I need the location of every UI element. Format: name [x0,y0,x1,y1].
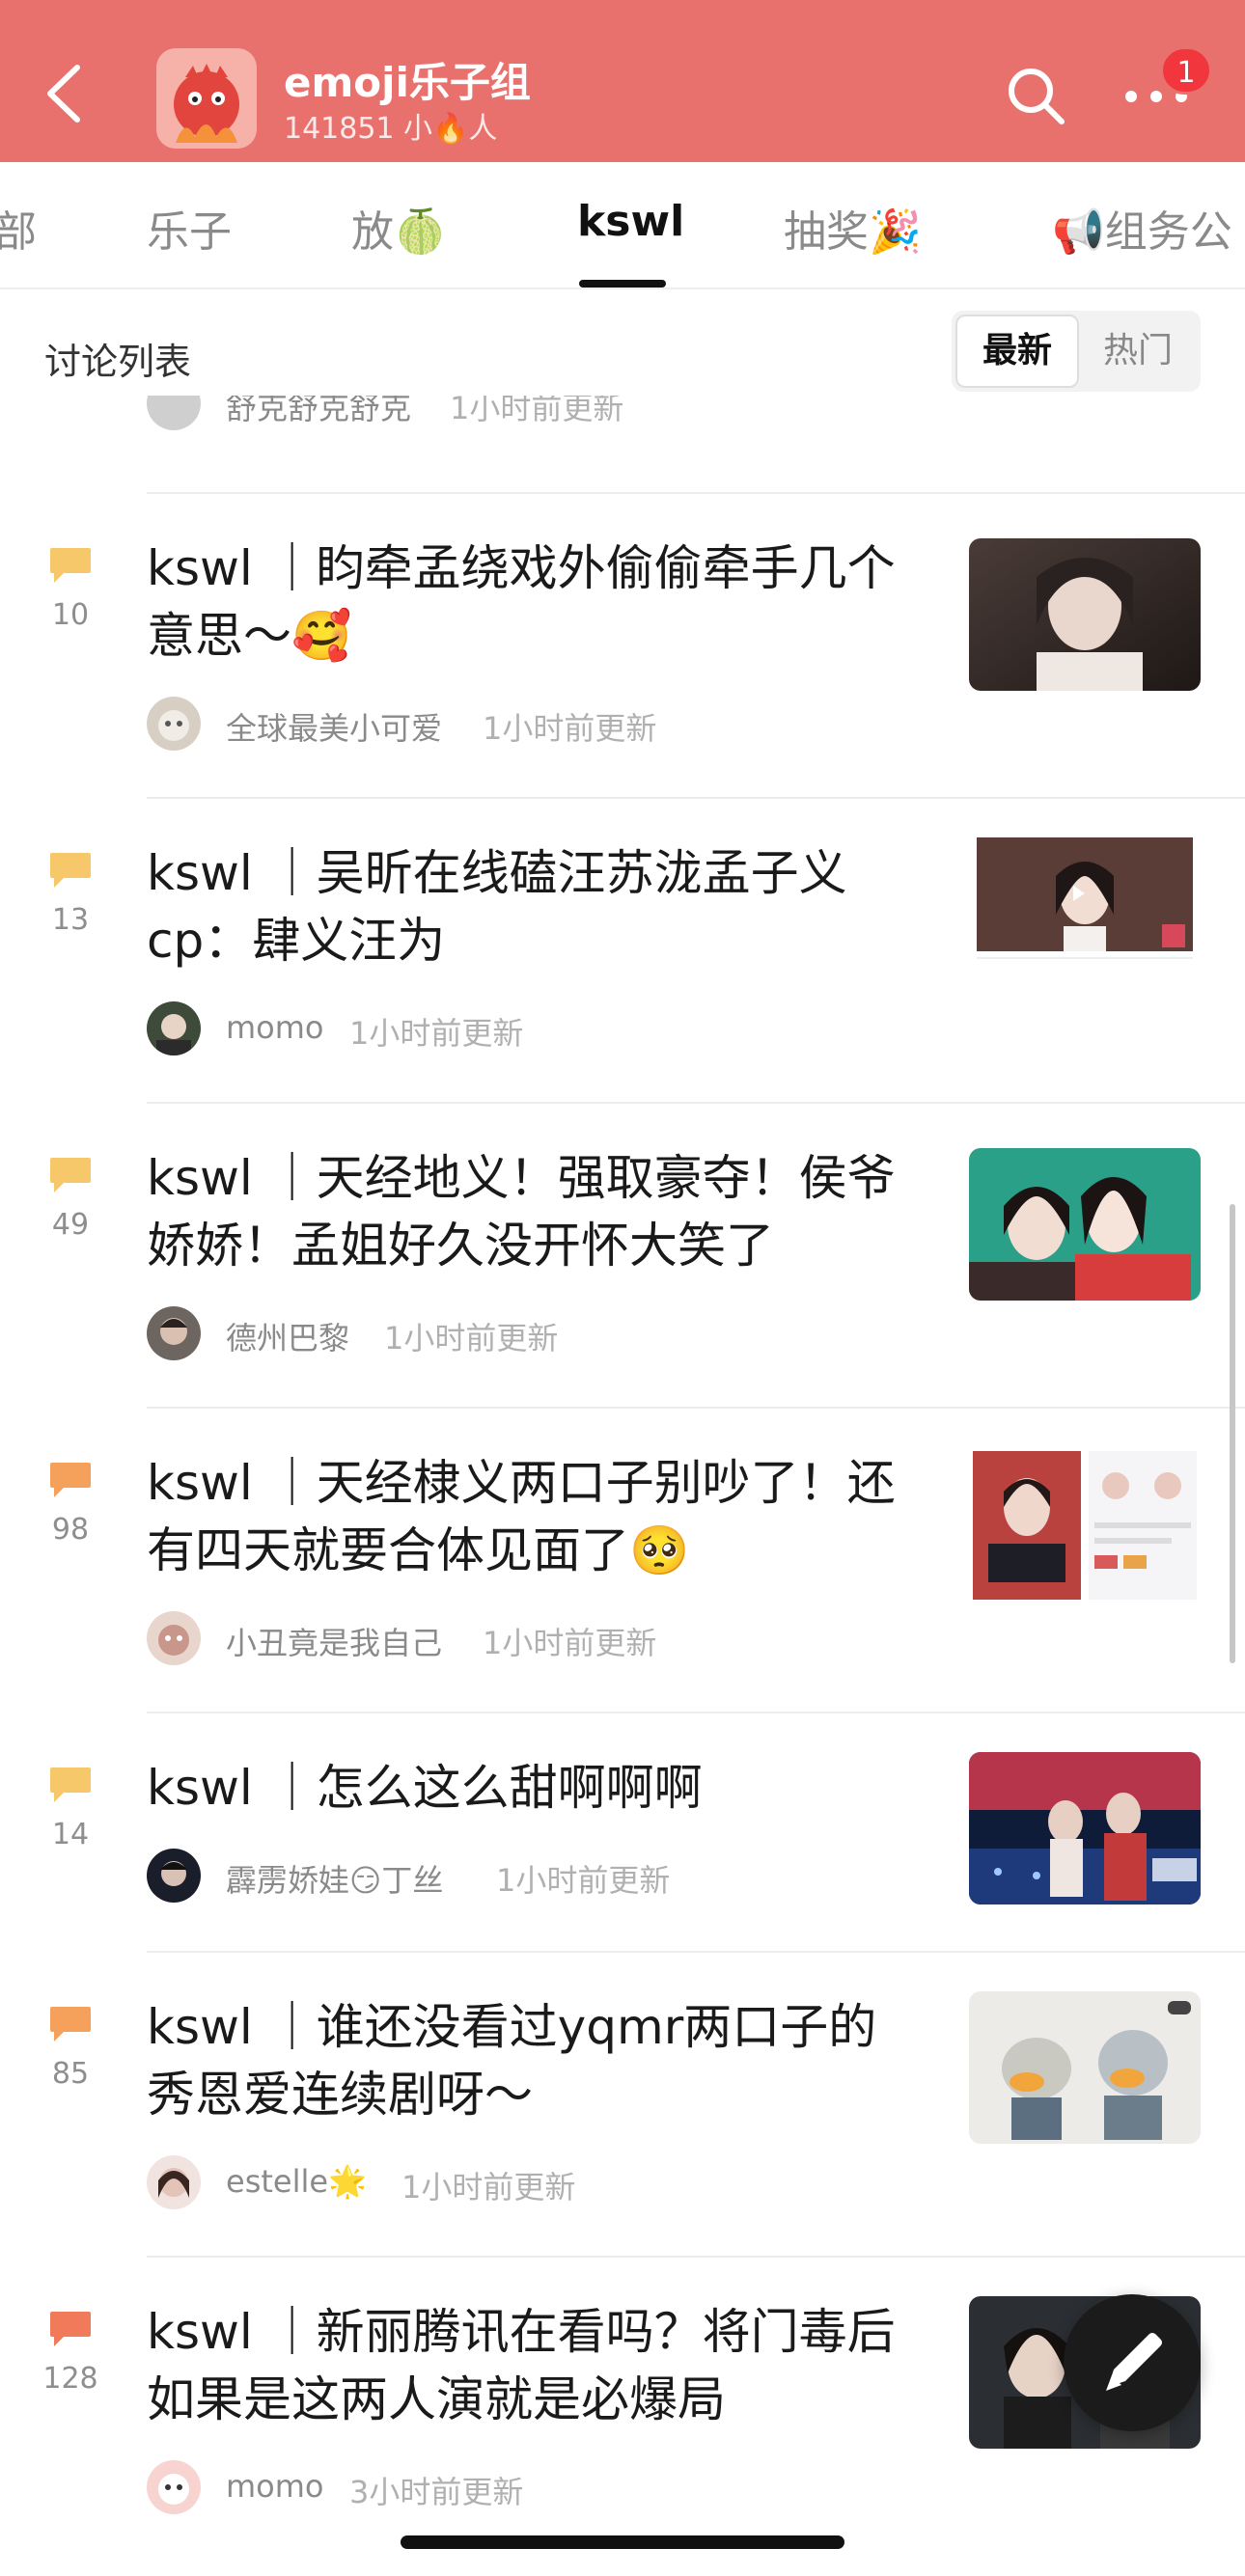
sort-toggle: 最新 热门 [952,311,1201,392]
group-member-count: 141851 小🔥人 [284,112,498,146]
search-icon[interactable] [1004,64,1067,127]
thread-title[interactable]: kswl ｜天经棣义两口子别吵了！还有四天就要合体见面了🥺 [147,1449,919,1584]
back-arrow-icon[interactable] [39,60,91,127]
update-time: 1小时前更新 [401,2169,576,2206]
list-item[interactable]: 舒克舒克舒克 1小时前更新 [0,396,1245,492]
list-item[interactable]: 13 kswl ｜吴昕在线磕汪苏泷孟子义cp：肆义汪为 momo 1小时前更新 [0,799,1245,1102]
comment-icon [50,2007,91,2042]
comment-icon [50,1158,91,1192]
update-time: 1小时前更新 [349,1015,524,1052]
list-item[interactable]: 49 kswl ｜天经地义！强取豪夺！侯爷娇娇！孟姐好久没开怀大笑了 德州巴黎 … [0,1104,1245,1407]
thread-thumbnail[interactable] [969,1447,1201,1600]
list-item[interactable]: 10 kswl ｜盷牵孟绕戏外偷偷牵手几个意思～🥰 全球最美小可爱 1小时前更新 [0,494,1245,797]
notification-badge: 1 [1160,46,1212,95]
update-time: 3小时前更新 [349,2474,524,2510]
thread-title[interactable]: kswl ｜新丽腾讯在看吗？将门毒后如果是这两人演就是必爆局 [147,2298,919,2433]
avatar [147,1306,201,1360]
thread-thumbnail[interactable] [969,837,1201,990]
list-item[interactable]: 14 kswl ｜怎么这么甜啊啊啊 霹雳娇娃😏丁丝 1小时前更新 [0,1713,1245,1951]
update-time: 1小时前更新 [483,1625,657,1661]
category-tabs: 部 乐子 放🍈 kswl 抽奖🎉 📢组务公 [0,162,1245,289]
tab-lottery[interactable]: 抽奖🎉 [784,197,922,259]
scrollbar[interactable] [1230,1204,1235,1663]
tab-kswl[interactable]: kswl [577,197,684,246]
author-name: 霹雳娇娃😏丁丝 [226,1862,444,1899]
group-avatar[interactable] [156,48,257,149]
thread-thumbnail[interactable] [969,1148,1201,1301]
author-name: 全球最美小可爱 [226,710,443,747]
author-name: 小丑竟是我自己 [226,1625,443,1661]
list-item[interactable]: 98 kswl ｜天经棣义两口子别吵了！还有四天就要合体见面了🥺 小丑竟是我自己… [0,1409,1245,1712]
comment-count: 14 [51,1818,90,1851]
pencil-icon [1106,2333,1162,2391]
tab-fang-melon[interactable]: 放🍈 [351,197,447,259]
author-name: momo [226,1009,324,1046]
avatar [147,1849,201,1903]
comment-count: 98 [51,1513,90,1547]
thread-title[interactable]: kswl ｜盷牵孟绕戏外偷偷牵手几个意思～🥰 [147,534,919,670]
update-time: 1小时前更新 [483,710,657,747]
avatar [147,2155,201,2209]
comment-icon [50,1768,91,1802]
group-name: emoji乐子组 [284,59,531,106]
sort-latest-button[interactable]: 最新 [955,315,1079,388]
author-name: 德州巴黎 [226,1320,350,1357]
tab-all[interactable]: 部 [0,197,37,259]
list-item[interactable]: 128 kswl ｜新丽腾讯在看吗？将门毒后如果是这两人演就是必爆局 momo … [0,2258,1245,2561]
sort-hot-button[interactable]: 热门 [1079,315,1197,388]
thread-thumbnail[interactable] [969,538,1201,691]
comment-count: 128 [42,2362,98,2396]
comment-icon [50,2312,91,2346]
comment-count: 10 [51,598,90,632]
comment-count: 13 [51,903,90,937]
avatar [147,2460,201,2514]
compose-button[interactable] [1064,2294,1201,2431]
thread-title[interactable]: kswl ｜天经地义！强取豪夺！侯爷娇娇！孟姐好久没开怀大笑了 [147,1144,919,1279]
update-time: 1小时前更新 [384,1320,559,1357]
thread-title[interactable]: kswl ｜吴昕在线磕汪苏泷孟子义cp：肆义汪为 [147,839,919,974]
comment-count: 85 [51,2057,90,2091]
comment-icon [50,548,91,583]
comment-icon [50,1463,91,1497]
author-name: 舒克舒克舒克 [226,396,412,426]
tab-announcements[interactable]: 📢组务公 [1052,197,1232,259]
thread-title[interactable]: kswl ｜怎么这么甜啊啊啊 [147,1754,919,1822]
update-time: 1小时前更新 [496,1862,671,1899]
author-name: estelle🌟 [226,2163,367,2200]
update-time: 1小时前更新 [450,396,624,426]
avatar [147,1611,201,1665]
group-header: emoji乐子组 141851 小🔥人 1 [0,0,1245,162]
avatar [147,396,201,430]
list-item[interactable]: 85 kswl ｜谁还没看过yqmr两口子的秀恩爱连续剧呀～ estelle🌟 … [0,1953,1245,2256]
active-tab-indicator [579,280,666,288]
thread-title[interactable]: kswl ｜谁还没看过yqmr两口子的秀恩爱连续剧呀～ [147,1993,919,2128]
avatar [147,1001,201,1055]
thread-thumbnail[interactable] [969,1752,1201,1905]
thread-thumbnail[interactable] [969,1991,1201,2144]
tab-lezi[interactable]: 乐子 [147,197,232,259]
avatar [147,697,201,751]
comment-icon [50,853,91,888]
home-indicator [401,2535,844,2549]
list-title: 讨论列表 [44,341,192,383]
comment-count: 49 [51,1208,90,1242]
author-name: momo [226,2468,324,2505]
